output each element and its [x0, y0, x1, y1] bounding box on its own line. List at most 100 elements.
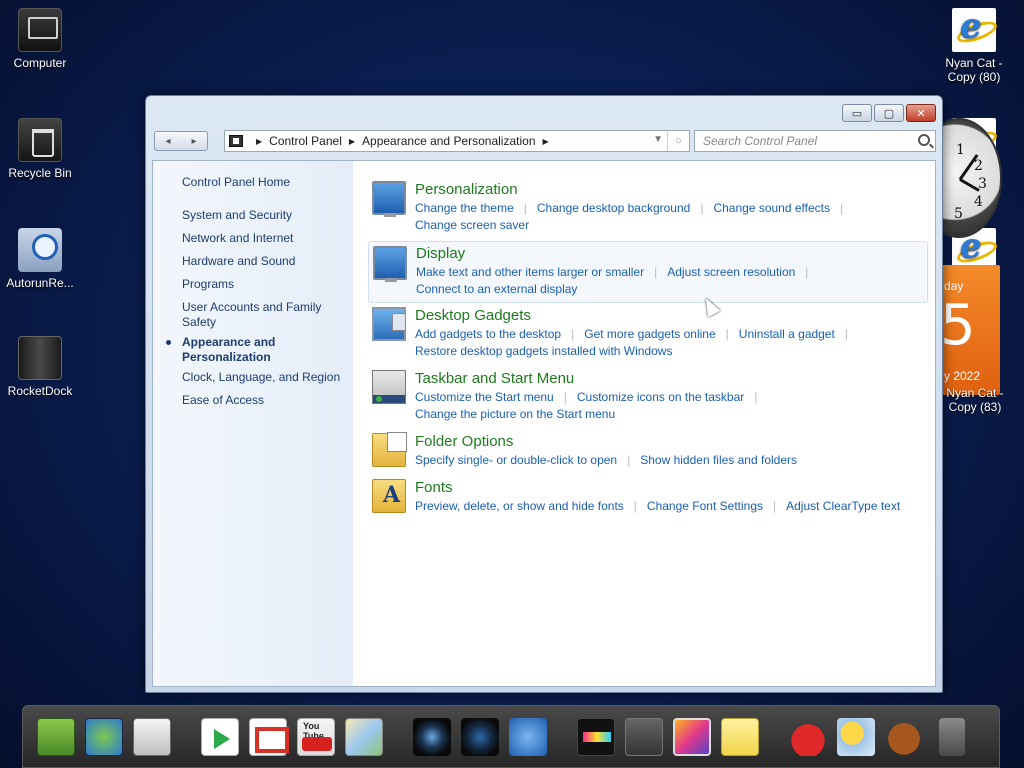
link-uninstall-gadget[interactable]: Uninstall a gadget	[739, 327, 835, 341]
gingerbread-icon[interactable]	[885, 717, 923, 756]
android-folder-icon[interactable]	[37, 717, 75, 756]
search-input[interactable]: Search Control Panel	[694, 130, 936, 152]
back-button[interactable]: ◂	[165, 136, 170, 147]
link-adjust-cleartype[interactable]: Adjust ClearType text	[786, 499, 900, 513]
angry-birds-icon[interactable]	[789, 717, 827, 756]
android-icon[interactable]	[133, 717, 171, 756]
category-title[interactable]: Desktop Gadgets	[415, 307, 531, 324]
desktop-icon-label: Copy (83)	[948, 400, 1002, 414]
sidebar-item-hardware[interactable]: Hardware and Sound	[182, 254, 347, 269]
computer-icon	[18, 8, 62, 52]
sidebar-item-system-security[interactable]: System and Security	[182, 208, 347, 223]
youtube-icon[interactable]: You Tube	[297, 717, 335, 756]
forward-button[interactable]: ▸	[191, 136, 196, 147]
calendar-date: 5	[942, 293, 976, 358]
chevron-right-icon[interactable]: ▶	[349, 137, 355, 146]
link-change-screen-saver[interactable]: Change screen saver	[415, 218, 529, 232]
link-customize-start-menu[interactable]: Customize the Start menu	[415, 390, 554, 404]
desktop-icon-autorun[interactable]: AutorunRe...	[0, 228, 80, 290]
sidebar-item-programs[interactable]: Programs	[182, 277, 347, 292]
link-restore-gadgets[interactable]: Restore desktop gadgets installed with W…	[415, 344, 672, 358]
rocketdock-bar: You Tube	[22, 705, 1000, 768]
clock-number: 5	[954, 206, 963, 222]
close-button[interactable]: ✕	[906, 104, 936, 122]
sidebar-item-clock-language[interactable]: Clock, Language, and Region	[182, 370, 347, 385]
desktop-icon-rocketdock[interactable]: RocketDock	[0, 336, 80, 398]
link-change-start-picture[interactable]: Change the picture on the Start menu	[415, 407, 615, 421]
taskbar-icon[interactable]	[372, 370, 406, 404]
category-taskbar: Taskbar and Start Menu Customize the Sta…	[368, 370, 928, 421]
search-icon[interactable]	[918, 134, 930, 146]
chevron-right-icon[interactable]: ▶	[543, 137, 549, 146]
category-title[interactable]: Display	[416, 245, 465, 262]
clock-number: 4	[974, 194, 983, 210]
desktop-icon-nyan-cat-80[interactable]: Nyan Cat - Copy (80)	[934, 6, 1014, 84]
search-placeholder: Search Control Panel	[703, 134, 818, 148]
speaker-alt-icon[interactable]	[461, 717, 499, 756]
link-adjust-resolution[interactable]: Adjust screen resolution	[667, 265, 795, 279]
internet-explorer-icon[interactable]	[509, 717, 547, 756]
breadcrumb-appearance[interactable]: Appearance and Personalization	[362, 134, 535, 148]
speaker-icon[interactable]	[413, 717, 451, 756]
link-change-font-settings[interactable]: Change Font Settings	[647, 499, 763, 513]
link-single-double-click[interactable]: Specify single- or double-click to open	[415, 453, 617, 467]
link-change-theme[interactable]: Change the theme	[415, 201, 514, 215]
gadgets-icon[interactable]	[372, 307, 406, 341]
sidebar-item-appearance[interactable]: Appearance and Personalization	[182, 335, 347, 365]
desktop-icon-label: RocketDock	[7, 384, 73, 398]
desktop-icon-recycle-bin[interactable]: Recycle Bin	[0, 118, 80, 180]
desktop-icon-computer[interactable]: Computer	[0, 8, 80, 70]
weather-icon[interactable]	[837, 717, 875, 756]
category-title[interactable]: Fonts	[415, 479, 453, 496]
toolbar: ◂ ▸ ▶ Control Panel ▶ Appearance and Per…	[154, 130, 936, 152]
category-links: Preview, delete, or show and hide fonts |…	[415, 499, 901, 513]
sticky-notes-icon[interactable]	[721, 717, 759, 756]
control-panel-window: ▭ ▢ ✕ ◂ ▸ ▶ Control Panel ▶ Appearance a…	[145, 95, 943, 693]
trash-icon[interactable]	[939, 717, 965, 756]
clock-hand	[959, 178, 980, 192]
play-store-icon[interactable]	[201, 717, 239, 756]
media-tv-icon[interactable]	[577, 717, 615, 756]
sidebar-item-ease-of-access[interactable]: Ease of Access	[182, 393, 347, 408]
link-more-gadgets[interactable]: Get more gadgets online	[584, 327, 715, 341]
personalization-icon[interactable]	[372, 181, 406, 217]
maps-icon[interactable]	[345, 717, 383, 756]
address-bar[interactable]: ▶ Control Panel ▶ Appearance and Persona…	[224, 130, 690, 152]
link-preview-fonts[interactable]: Preview, delete, or show and hide fonts	[415, 499, 624, 513]
refresh-icon[interactable]: ○	[667, 131, 689, 151]
category-links: Add gadgets to the desktop | Get more gadg…	[415, 327, 848, 358]
calculator-icon[interactable]	[625, 717, 663, 756]
minimize-button[interactable]: ▭	[842, 104, 872, 122]
rocketdock-icon	[18, 336, 62, 380]
calendar-gadget[interactable]: day 5 y 2022	[942, 265, 1000, 395]
link-customize-taskbar-icons[interactable]: Customize icons on the taskbar	[577, 390, 744, 404]
category-links: Make text and other items larger or smal…	[416, 265, 809, 296]
link-text-size[interactable]: Make text and other items larger or smal…	[416, 265, 644, 279]
category-display: Display Make text and other items larger…	[368, 241, 928, 303]
link-change-desktop-background[interactable]: Change desktop background	[537, 201, 690, 215]
link-external-display[interactable]: Connect to an external display	[416, 282, 577, 296]
gmail-icon[interactable]	[249, 717, 289, 756]
desktop-icon-label: Nyan Cat -	[945, 56, 1003, 70]
youtube-label: You Tube	[303, 720, 324, 741]
link-add-gadgets[interactable]: Add gadgets to the desktop	[415, 327, 561, 341]
category-title[interactable]: Taskbar and Start Menu	[415, 370, 574, 387]
photos-icon[interactable]	[673, 717, 711, 756]
fonts-icon[interactable]	[372, 479, 406, 513]
sidebar-item-home[interactable]: Control Panel Home	[182, 175, 347, 190]
category-title[interactable]: Folder Options	[415, 433, 513, 450]
folder-options-icon[interactable]	[372, 432, 407, 467]
breadcrumb-control-panel[interactable]: Control Panel	[269, 134, 342, 148]
display-icon[interactable]	[373, 246, 407, 282]
category-title[interactable]: Personalization	[415, 181, 518, 198]
sidebar-item-user-accounts[interactable]: User Accounts and Family Safety	[182, 300, 347, 330]
chevron-down-icon[interactable]: ▼	[653, 134, 663, 145]
link-change-sound-effects[interactable]: Change sound effects	[713, 201, 830, 215]
desktop-icon-nyan-cat-83[interactable]: Nyan Cat - Copy (83)	[942, 386, 1008, 414]
chevron-right-icon[interactable]: ▶	[256, 137, 262, 146]
link-show-hidden-files[interactable]: Show hidden files and folders	[640, 453, 797, 467]
category-links: Specify single- or double-click to open |…	[415, 453, 798, 467]
maximize-button[interactable]: ▢	[874, 104, 904, 122]
globe-folder-icon[interactable]	[85, 717, 123, 756]
sidebar-item-network[interactable]: Network and Internet	[182, 231, 347, 246]
